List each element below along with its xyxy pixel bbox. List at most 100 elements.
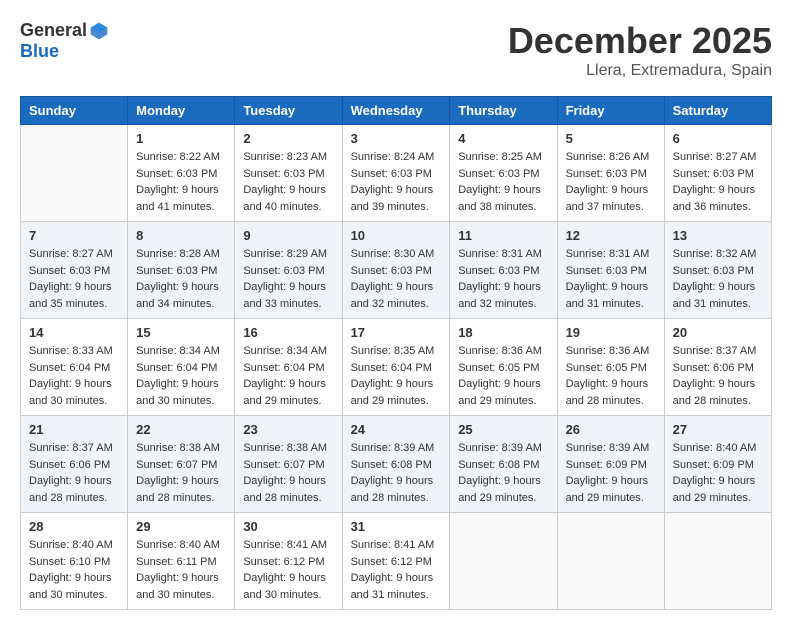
day-info: Sunrise: 8:37 AMSunset: 6:06 PMDaylight:…: [673, 343, 763, 409]
day-info: Sunrise: 8:39 AMSunset: 6:08 PMDaylight:…: [458, 440, 548, 506]
day-number: 1: [136, 131, 226, 146]
day-number: 15: [136, 325, 226, 340]
calendar-cell: 20 Sunrise: 8:37 AMSunset: 6:06 PMDayligh…: [664, 319, 771, 416]
day-info: Sunrise: 8:31 AMSunset: 6:03 PMDaylight:…: [458, 246, 548, 312]
calendar-cell: 7 Sunrise: 8:27 AMSunset: 6:03 PMDaylight…: [21, 222, 128, 319]
day-info: Sunrise: 8:39 AMSunset: 6:08 PMDaylight:…: [351, 440, 442, 506]
day-info: Sunrise: 8:38 AMSunset: 6:07 PMDaylight:…: [136, 440, 226, 506]
day-info: Sunrise: 8:38 AMSunset: 6:07 PMDaylight:…: [243, 440, 333, 506]
day-info: Sunrise: 8:24 AMSunset: 6:03 PMDaylight:…: [351, 149, 442, 215]
location: Llera, Extremadura, Spain: [508, 62, 772, 80]
day-number: 4: [458, 131, 548, 146]
day-number: 20: [673, 325, 763, 340]
calendar-cell: 9 Sunrise: 8:29 AMSunset: 6:03 PMDaylight…: [235, 222, 342, 319]
calendar-week-row: 14 Sunrise: 8:33 AMSunset: 6:04 PMDayligh…: [21, 319, 772, 416]
calendar-cell: [21, 125, 128, 222]
day-info: Sunrise: 8:29 AMSunset: 6:03 PMDaylight:…: [243, 246, 333, 312]
day-number: 2: [243, 131, 333, 146]
day-info: Sunrise: 8:34 AMSunset: 6:04 PMDaylight:…: [136, 343, 226, 409]
day-number: 22: [136, 422, 226, 437]
weekday-header-wednesday: Wednesday: [342, 97, 450, 125]
day-info: Sunrise: 8:36 AMSunset: 6:05 PMDaylight:…: [458, 343, 548, 409]
calendar-table: SundayMondayTuesdayWednesdayThursdayFrid…: [20, 96, 772, 610]
calendar-cell: 3 Sunrise: 8:24 AMSunset: 6:03 PMDaylight…: [342, 125, 450, 222]
day-number: 10: [351, 228, 442, 243]
calendar-cell: 27 Sunrise: 8:40 AMSunset: 6:09 PMDayligh…: [664, 416, 771, 513]
day-info: Sunrise: 8:25 AMSunset: 6:03 PMDaylight:…: [458, 149, 548, 215]
day-info: Sunrise: 8:40 AMSunset: 6:11 PMDaylight:…: [136, 537, 226, 603]
calendar-cell: 26 Sunrise: 8:39 AMSunset: 6:09 PMDayligh…: [557, 416, 664, 513]
day-number: 25: [458, 422, 548, 437]
page-header: General Blue December 2025 Llera, Extrem…: [20, 20, 772, 80]
day-info: Sunrise: 8:23 AMSunset: 6:03 PMDaylight:…: [243, 149, 333, 215]
calendar-cell: 15 Sunrise: 8:34 AMSunset: 6:04 PMDayligh…: [128, 319, 235, 416]
calendar-cell: 4 Sunrise: 8:25 AMSunset: 6:03 PMDaylight…: [450, 125, 557, 222]
day-info: Sunrise: 8:41 AMSunset: 6:12 PMDaylight:…: [351, 537, 442, 603]
day-number: 31: [351, 519, 442, 534]
calendar-cell: 13 Sunrise: 8:32 AMSunset: 6:03 PMDayligh…: [664, 222, 771, 319]
calendar-cell: 6 Sunrise: 8:27 AMSunset: 6:03 PMDaylight…: [664, 125, 771, 222]
day-number: 19: [566, 325, 656, 340]
day-info: Sunrise: 8:40 AMSunset: 6:09 PMDaylight:…: [673, 440, 763, 506]
day-info: Sunrise: 8:27 AMSunset: 6:03 PMDaylight:…: [29, 246, 119, 312]
calendar-cell: [664, 513, 771, 610]
day-info: Sunrise: 8:36 AMSunset: 6:05 PMDaylight:…: [566, 343, 656, 409]
month-title: December 2025: [508, 20, 772, 62]
day-info: Sunrise: 8:33 AMSunset: 6:04 PMDaylight:…: [29, 343, 119, 409]
day-number: 11: [458, 228, 548, 243]
day-info: Sunrise: 8:32 AMSunset: 6:03 PMDaylight:…: [673, 246, 763, 312]
calendar-cell: 29 Sunrise: 8:40 AMSunset: 6:11 PMDayligh…: [128, 513, 235, 610]
calendar-cell: 10 Sunrise: 8:30 AMSunset: 6:03 PMDayligh…: [342, 222, 450, 319]
calendar-cell: 19 Sunrise: 8:36 AMSunset: 6:05 PMDayligh…: [557, 319, 664, 416]
title-block: December 2025 Llera, Extremadura, Spain: [508, 20, 772, 80]
calendar-cell: [450, 513, 557, 610]
calendar-cell: 8Sunrise: 8:28 AMSunset: 6:03 PMDaylight…: [128, 222, 235, 319]
calendar-cell: [557, 513, 664, 610]
weekday-header-thursday: Thursday: [450, 97, 557, 125]
calendar-cell: 1 Sunrise: 8:22 AMSunset: 6:03 PMDaylight…: [128, 125, 235, 222]
day-number: 9: [243, 228, 333, 243]
day-info: Sunrise: 8:41 AMSunset: 6:12 PMDaylight:…: [243, 537, 333, 603]
day-number: 6: [673, 131, 763, 146]
day-number: 7: [29, 228, 119, 243]
day-info: Sunrise: 8:30 AMSunset: 6:03 PMDaylight:…: [351, 246, 442, 312]
calendar-cell: 21 Sunrise: 8:37 AMSunset: 6:06 PMDayligh…: [21, 416, 128, 513]
day-number: 21: [29, 422, 119, 437]
day-number: 27: [673, 422, 763, 437]
day-number: 17: [351, 325, 442, 340]
calendar-cell: 2 Sunrise: 8:23 AMSunset: 6:03 PMDaylight…: [235, 125, 342, 222]
calendar-cell: 17 Sunrise: 8:35 AMSunset: 6:04 PMDayligh…: [342, 319, 450, 416]
day-info: Sunrise: 8:39 AMSunset: 6:09 PMDaylight:…: [566, 440, 656, 506]
day-number: 14: [29, 325, 119, 340]
calendar-header-row: SundayMondayTuesdayWednesdayThursdayFrid…: [21, 97, 772, 125]
calendar-cell: 18Sunrise: 8:36 AMSunset: 6:05 PMDayligh…: [450, 319, 557, 416]
weekday-header-monday: Monday: [128, 97, 235, 125]
day-info: Sunrise: 8:37 AMSunset: 6:06 PMDaylight:…: [29, 440, 119, 506]
day-number: 29: [136, 519, 226, 534]
calendar-cell: 28Sunrise: 8:40 AMSunset: 6:10 PMDayligh…: [21, 513, 128, 610]
calendar-cell: 23Sunrise: 8:38 AMSunset: 6:07 PMDayligh…: [235, 416, 342, 513]
day-number: 26: [566, 422, 656, 437]
calendar-cell: 22 Sunrise: 8:38 AMSunset: 6:07 PMDayligh…: [128, 416, 235, 513]
logo-icon: [89, 21, 109, 41]
logo: General Blue: [20, 20, 113, 62]
logo-general: General: [20, 20, 87, 41]
day-info: Sunrise: 8:35 AMSunset: 6:04 PMDaylight:…: [351, 343, 442, 409]
day-info: Sunrise: 8:22 AMSunset: 6:03 PMDaylight:…: [136, 149, 226, 215]
weekday-header-tuesday: Tuesday: [235, 97, 342, 125]
weekday-header-saturday: Saturday: [664, 97, 771, 125]
calendar-cell: 14 Sunrise: 8:33 AMSunset: 6:04 PMDayligh…: [21, 319, 128, 416]
day-number: 16: [243, 325, 333, 340]
day-number: 3: [351, 131, 442, 146]
day-info: Sunrise: 8:28 AMSunset: 6:03 PMDaylight:…: [136, 246, 226, 312]
calendar-week-row: 1 Sunrise: 8:22 AMSunset: 6:03 PMDaylight…: [21, 125, 772, 222]
day-info: Sunrise: 8:31 AMSunset: 6:03 PMDaylight:…: [566, 246, 656, 312]
day-info: Sunrise: 8:40 AMSunset: 6:10 PMDaylight:…: [29, 537, 119, 603]
day-number: 13: [673, 228, 763, 243]
day-info: Sunrise: 8:27 AMSunset: 6:03 PMDaylight:…: [673, 149, 763, 215]
calendar-cell: 24Sunrise: 8:39 AMSunset: 6:08 PMDayligh…: [342, 416, 450, 513]
day-info: Sunrise: 8:34 AMSunset: 6:04 PMDaylight:…: [243, 343, 333, 409]
calendar-week-row: 21 Sunrise: 8:37 AMSunset: 6:06 PMDayligh…: [21, 416, 772, 513]
calendar-cell: 31 Sunrise: 8:41 AMSunset: 6:12 PMDayligh…: [342, 513, 450, 610]
calendar-week-row: 28Sunrise: 8:40 AMSunset: 6:10 PMDayligh…: [21, 513, 772, 610]
